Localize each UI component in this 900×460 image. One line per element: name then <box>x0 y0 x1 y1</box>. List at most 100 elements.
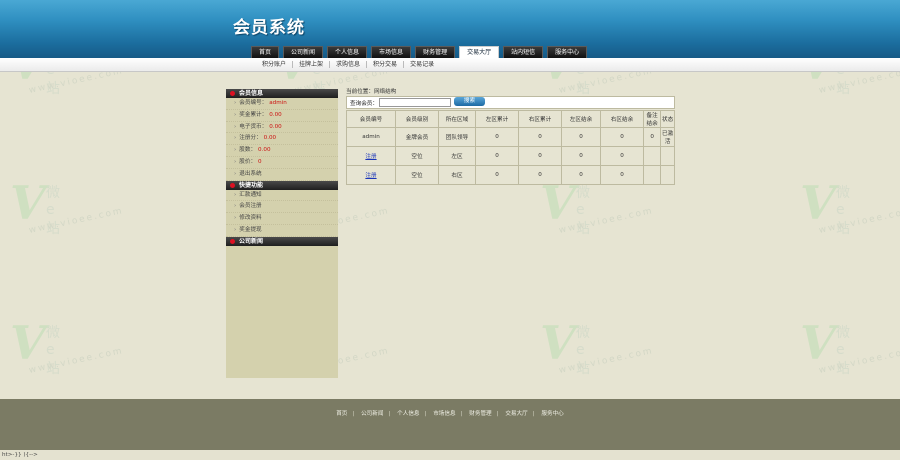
subnav-item[interactable]: 积分交易 <box>367 61 405 68</box>
column-header: 会员编号 <box>346 110 396 128</box>
footer-link[interactable]: 交易大厅 <box>505 411 527 417</box>
table-row: admin 金牌会员 团队领导 0 0 0 0 0 已激活 <box>346 127 675 147</box>
table-cell: 0 <box>561 127 601 147</box>
sidebar-link-register[interactable]: › 会员注册 <box>226 201 338 214</box>
table-cell: 空位 <box>395 146 439 166</box>
sidebar-link-remit[interactable]: › 汇款通知 <box>226 190 338 202</box>
footer-link[interactable]: 财务管理 <box>469 411 491 417</box>
column-header: 左区结余 <box>561 110 601 128</box>
nav-tab-service[interactable]: 服务中心 <box>547 46 588 58</box>
nav-tab-finance[interactable]: 财务管理 <box>415 46 456 58</box>
footer-links: 首页 | 公司新闻 | 个人信息 | 市场信息 | 财务管理 | 交易大厅 | 服务中心 <box>336 411 564 417</box>
table-cell: 金牌会员 <box>395 127 439 147</box>
breadcrumb: 当前位置：网络结构 <box>346 89 397 95</box>
bullet-icon <box>230 182 235 188</box>
table-cell: 注册 <box>346 146 396 166</box>
watermark-logo: V微 e 站www.vioee.com <box>800 316 900 377</box>
column-header: 备注结余 <box>642 110 662 128</box>
table-cell: 0 <box>475 146 519 166</box>
arrow-icon: › <box>234 135 237 142</box>
table-cell: 0 <box>600 165 644 185</box>
sidebar-link-withdraw[interactable]: › 奖金提现 <box>226 225 338 237</box>
bullet-icon <box>230 238 235 244</box>
arrow-icon: › <box>234 170 237 177</box>
column-header: 状态 <box>660 110 675 128</box>
sidebar-info-row: › 股价： 0 <box>226 157 338 169</box>
column-header: 右区累计 <box>518 110 562 128</box>
footer-link[interactable]: 公司新闻 <box>361 411 383 417</box>
subnav-item[interactable]: 挂牌上架 <box>293 61 331 68</box>
sidebar-info-row: › 电子货币： 0.00 <box>226 122 338 134</box>
sidebar-header-member: 会员信息 <box>226 89 338 98</box>
network-table: 会员编号 会员级别 所在区域 左区累计 右区累计 左区结余 右区结余 备注结余 … <box>346 110 675 185</box>
sidebar: 会员信息 › 会员编号： admin › 奖金累计： 0.00 › 电子货币： 0.00 ›… <box>226 89 338 378</box>
sidebar-header-quick: 快捷功能 <box>226 180 338 190</box>
bullet-icon <box>230 91 235 96</box>
arrow-icon: › <box>234 100 237 106</box>
table-cell: 0 <box>475 127 519 147</box>
site-footer: 首页 | 公司新闻 | 个人信息 | 市场信息 | 财务管理 | 交易大厅 | 服务中心 <box>0 399 900 450</box>
table-cell: 注册 <box>346 165 396 185</box>
table-cell: 0 <box>600 127 644 147</box>
table-header-row: 会员编号 会员级别 所在区域 左区累计 右区累计 左区结余 右区结余 备注结余 … <box>346 110 675 128</box>
nav-tab-messages[interactable]: 站内短信 <box>503 46 544 58</box>
search-button[interactable]: 搜索 <box>454 97 485 106</box>
table-cell: 0 <box>518 127 562 147</box>
nav-tab-market[interactable]: 市场信息 <box>371 46 412 58</box>
arrow-icon: › <box>234 215 237 222</box>
watermark-logo: V微 e 站www.vioee.com <box>540 176 655 237</box>
arrow-icon: › <box>234 226 237 233</box>
search-label: 查询会员： <box>350 101 378 107</box>
watermark-logo: V微 e 站www.vioee.com <box>10 176 125 237</box>
nav-tab-news[interactable]: 公司新闻 <box>283 46 324 58</box>
table-cell: 左区 <box>438 146 476 166</box>
footer-link[interactable]: 个人信息 <box>397 411 419 417</box>
search-input[interactable] <box>379 98 451 107</box>
table-cell: 空位 <box>395 165 439 185</box>
subnav-item[interactable]: 交易记录 <box>404 61 440 68</box>
arrow-icon: › <box>234 203 237 210</box>
main-content: 当前位置：网络结构 查询会员： 搜索 会员编号 会员级别 所在区域 左区累计 右… <box>346 88 675 185</box>
status-text: ht>-}} ){--> <box>0 450 900 460</box>
table-cell <box>642 165 662 185</box>
nav-tab-home[interactable]: 首页 <box>251 46 280 58</box>
nav-tab-trade[interactable]: 交易大厅 <box>459 46 500 58</box>
table-cell <box>642 146 662 166</box>
table-cell: 0 <box>518 146 562 166</box>
sidebar-info-row: › 会员编号： admin <box>226 98 338 110</box>
main-nav: 首页 公司新闻 个人信息 市场信息 财务管理 交易大厅 站内短信 服务中心 <box>251 46 588 58</box>
column-header: 所在区域 <box>438 110 476 128</box>
sidebar-logout-link[interactable]: › 退出系统 <box>226 169 338 181</box>
arrow-icon: › <box>234 158 237 165</box>
table-cell: admin <box>346 127 396 147</box>
subnav-item[interactable]: 求购信息 <box>330 61 368 68</box>
footer-link[interactable]: 首页 <box>336 411 347 417</box>
arrow-icon: › <box>234 147 237 154</box>
table-cell <box>660 146 675 166</box>
watermark-logo: V微 e 站www.vioee.com <box>540 316 655 377</box>
sidebar-link-edit-profile[interactable]: › 修改资料 <box>226 213 338 225</box>
site-logo-title: 会员系统 <box>233 18 305 38</box>
table-cell: 0 <box>600 146 644 166</box>
subnav-item[interactable]: 积分账户 <box>256 61 294 68</box>
sidebar-info-row: › 奖金累计： 0.00 <box>226 110 338 122</box>
column-header: 会员级别 <box>395 110 439 128</box>
table-cell: 团队领导 <box>438 127 476 147</box>
footer-link[interactable]: 服务中心 <box>541 411 563 417</box>
site-header: 会员系统 首页 公司新闻 个人信息 市场信息 财务管理 交易大厅 站内短信 服务… <box>0 0 900 58</box>
arrow-icon: › <box>234 111 237 118</box>
sub-nav: 积分账户 挂牌上架 求购信息 积分交易 交易记录 <box>0 58 900 72</box>
search-bar: 查询会员： 搜索 <box>346 96 675 109</box>
sidebar-info-row: › 股数： 0.00 <box>226 145 338 157</box>
nav-tab-profile[interactable]: 个人信息 <box>327 46 368 58</box>
column-header: 左区累计 <box>475 110 519 128</box>
footer-link[interactable]: 市场信息 <box>433 411 455 417</box>
register-link[interactable]: 注册 <box>365 154 376 160</box>
register-link[interactable]: 注册 <box>365 173 376 179</box>
table-row: 注册 空位 右区 0 0 0 0 <box>346 165 675 185</box>
table-cell: 已激活 <box>660 127 675 147</box>
table-cell: 0 <box>518 165 562 185</box>
watermark-logo: V微 e 站www.vioee.com <box>800 176 900 237</box>
column-header: 右区结余 <box>600 110 644 128</box>
sidebar-header-news: 公司新闻 <box>226 236 338 246</box>
